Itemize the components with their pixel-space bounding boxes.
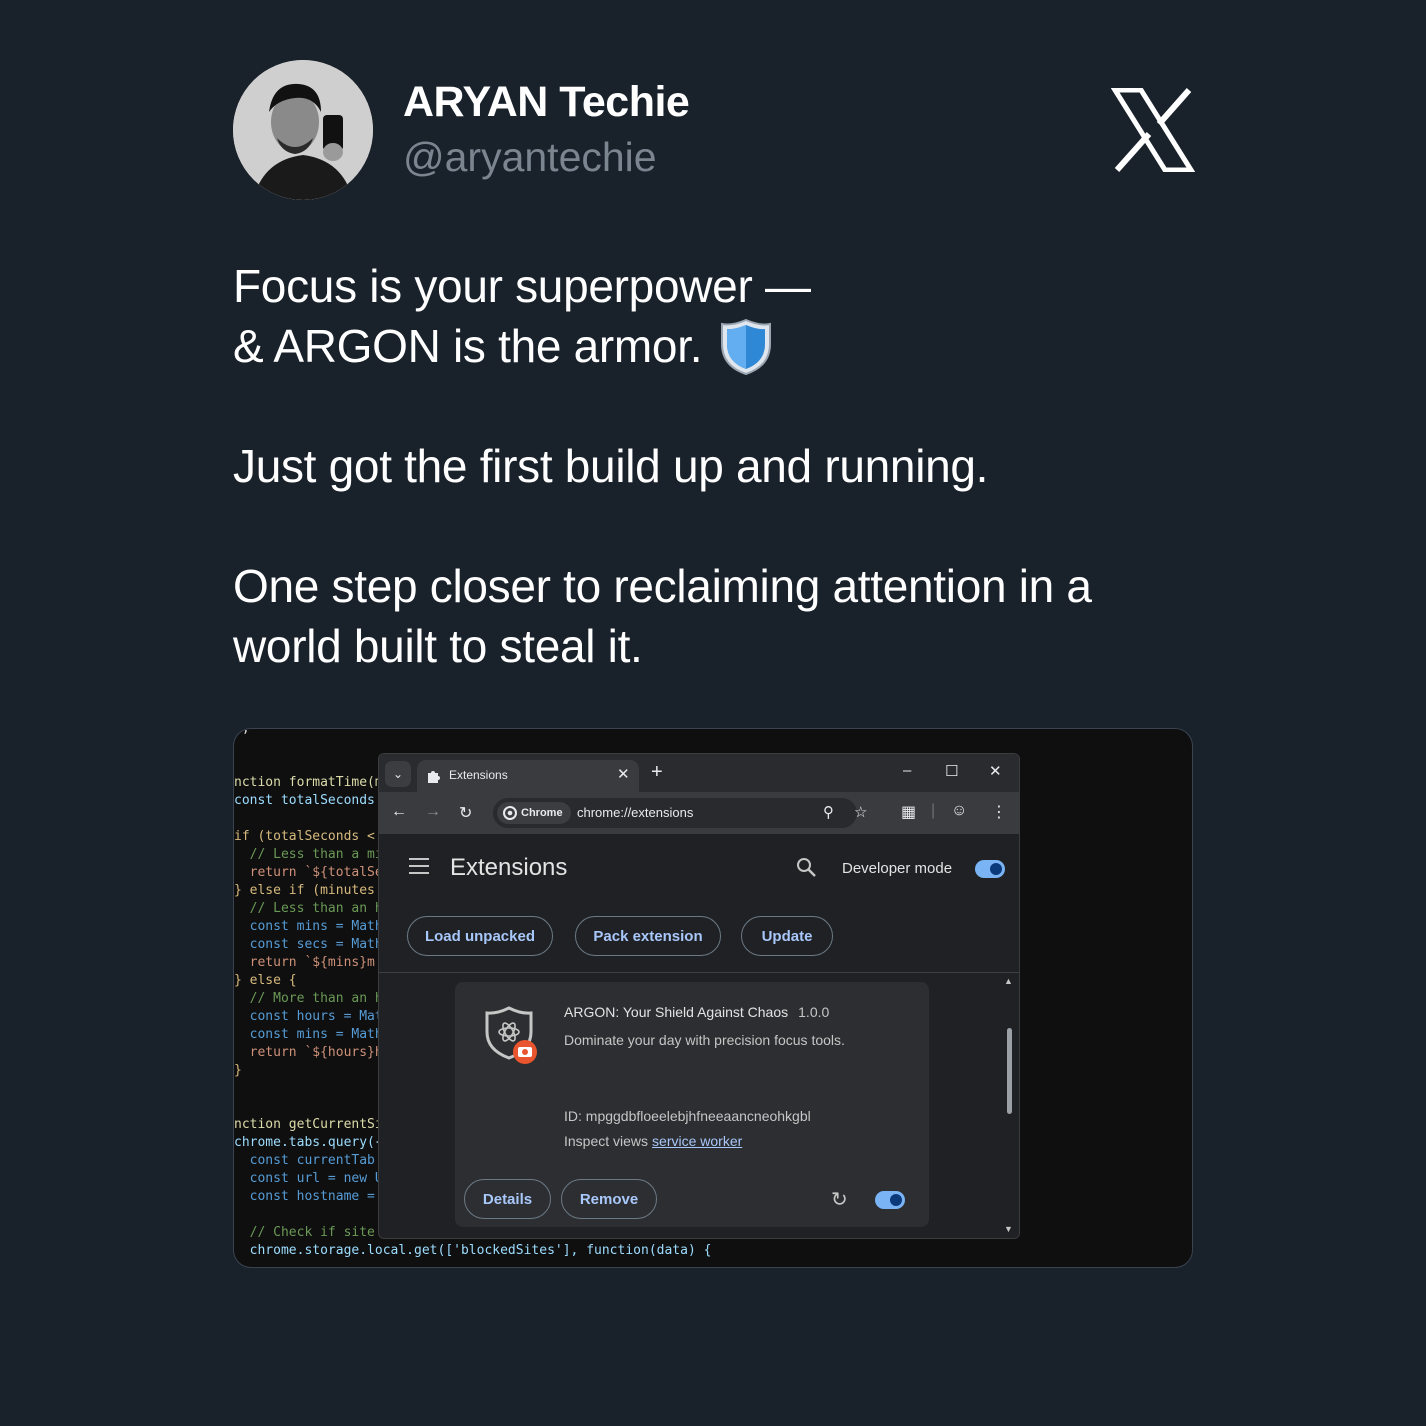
extensions-header: Extensions Developer mode [379, 834, 1019, 896]
browser-window: ⌄ Extensions ✕ + – ☐ ✕ ← → ↻ Chrome chro… [378, 753, 1020, 1239]
chip-label: Chrome [521, 807, 563, 819]
service-worker-link[interactable]: service worker [652, 1133, 742, 1149]
details-button[interactable]: Details [464, 1179, 551, 1219]
code-line: const currentTab [234, 1153, 375, 1168]
forward-icon[interactable]: → [425, 803, 441, 821]
tweet-line: & ARGON is the armor. [233, 316, 1193, 376]
scroll-down-icon[interactable]: ▼ [1004, 1224, 1013, 1234]
developer-mode-label: Developer mode [842, 860, 953, 877]
code-line: const mins = Math [234, 919, 383, 934]
tab-extensions[interactable]: Extensions ✕ [417, 760, 639, 792]
hamburger-menu-icon[interactable] [409, 858, 429, 874]
code-line: return `${totalSe [234, 865, 383, 880]
toolbar-divider: | [931, 802, 936, 819]
update-button[interactable]: Update [741, 916, 833, 956]
developer-mode-toggle[interactable] [975, 860, 1005, 878]
extension-version: 1.0.0 [798, 1004, 830, 1020]
reload-icon[interactable]: ↻ [459, 803, 472, 823]
code-line: } else if (minutes [234, 883, 375, 898]
code-line: // Less than a mi [234, 847, 383, 862]
code-line: chrome.storage.local.get(['blockedSites'… [234, 1243, 712, 1258]
scroll-up-icon[interactable]: ▲ [1004, 976, 1013, 986]
shield-icon [721, 318, 772, 376]
x-logo-icon [1111, 88, 1195, 172]
address-bar[interactable]: Chrome chrome://extensions ⚲ ☆ [493, 798, 867, 828]
load-unpacked-button[interactable]: Load unpacked [407, 916, 553, 956]
tab-search-dropdown[interactable]: ⌄ [385, 761, 411, 787]
reload-extension-icon[interactable]: ↻ [831, 1187, 848, 1212]
code-line: nction getCurrentSi [234, 1117, 383, 1132]
url-text: chrome://extensions [577, 805, 694, 820]
code-line: const mins = Math [234, 1027, 383, 1042]
code-line: return `${hours}h [234, 1045, 383, 1060]
code-line: }; [234, 728, 250, 736]
chrome-icon [503, 806, 517, 820]
code-line: // More than an h [234, 991, 383, 1006]
extension-name: ARGON: Your Shield Against Chaos 1.0.0 [564, 1004, 830, 1020]
profile-icon[interactable]: ☺ [951, 802, 967, 820]
code-line: const secs = Math [234, 937, 383, 952]
close-window-icon[interactable]: ✕ [989, 762, 1002, 780]
code-line: const hours = Mat [234, 1009, 383, 1024]
new-tab-icon[interactable]: + [651, 761, 663, 784]
code-line: if (totalSeconds < [234, 829, 375, 844]
code-line: const totalSeconds [234, 793, 375, 808]
tweet-line: world built to steal it. [233, 620, 643, 672]
avatar[interactable] [233, 60, 373, 200]
tweet-line: Focus is your superpower — [233, 260, 811, 312]
display-name[interactable]: ARYAN Techie [403, 78, 690, 127]
extensions-icon[interactable]: ▦ [901, 802, 916, 822]
back-icon[interactable]: ← [391, 803, 407, 821]
extension-card: ARGON: Your Shield Against Chaos 1.0.0 Do… [455, 982, 929, 1227]
page-title: Extensions [450, 854, 568, 881]
tweet-line: Just got the first build up and running. [233, 440, 989, 492]
code-line: // Less than an h [234, 901, 383, 916]
code-line: } [234, 1063, 242, 1078]
minimize-icon[interactable]: – [903, 762, 911, 779]
zoom-icon[interactable]: ⚲ [823, 803, 834, 821]
browser-toolbar: ← → ↻ Chrome chrome://extensions ⚲ ☆ ▦ |… [379, 792, 1019, 834]
scrollbar-thumb[interactable] [1007, 1028, 1012, 1114]
search-icon[interactable] [795, 856, 817, 878]
tab-title: Extensions [449, 768, 508, 782]
extension-id: ID: mpggdbfloeelebjhfneeaancneohkgbl [564, 1108, 811, 1124]
code-line: const hostname = [234, 1189, 375, 1204]
bookmark-star-icon[interactable]: ☆ [854, 803, 867, 821]
puzzle-icon [428, 771, 440, 783]
maximize-icon[interactable]: ☐ [945, 762, 958, 780]
user-handle[interactable]: @aryantechie [403, 134, 657, 181]
argon-extension-icon [485, 1006, 537, 1064]
code-line: return `${mins}m [234, 955, 375, 970]
remove-button[interactable]: Remove [561, 1179, 657, 1219]
menu-kebab-icon[interactable]: ⋮ [991, 802, 1007, 822]
code-line: } else { [234, 973, 297, 988]
inspect-views: Inspect views service worker [564, 1133, 743, 1149]
tweet-media-image[interactable]: }; nction formatTime(m const totalSecond… [233, 728, 1193, 1268]
tweet-line: One step closer to reclaiming attention … [233, 560, 1092, 612]
extension-description: Dominate your day with precision focus t… [564, 1032, 845, 1048]
pack-extension-button[interactable]: Pack extension [575, 916, 721, 956]
divider [379, 972, 1019, 973]
close-tab-icon[interactable]: ✕ [617, 765, 630, 783]
code-line: const url = new U [234, 1171, 383, 1186]
code-line: nction formatTime(m [234, 775, 383, 790]
extension-enable-toggle[interactable] [875, 1191, 905, 1209]
site-chip[interactable]: Chrome [497, 802, 571, 824]
code-editor: }; nction formatTime(m const totalSecond… [234, 728, 711, 1267]
code-line: chrome.tabs.query({ [234, 1135, 383, 1150]
tab-strip: ⌄ Extensions ✕ + – ☐ ✕ [379, 754, 1019, 792]
tweet-text: Focus is your superpower — & ARGON is th… [233, 256, 1193, 676]
